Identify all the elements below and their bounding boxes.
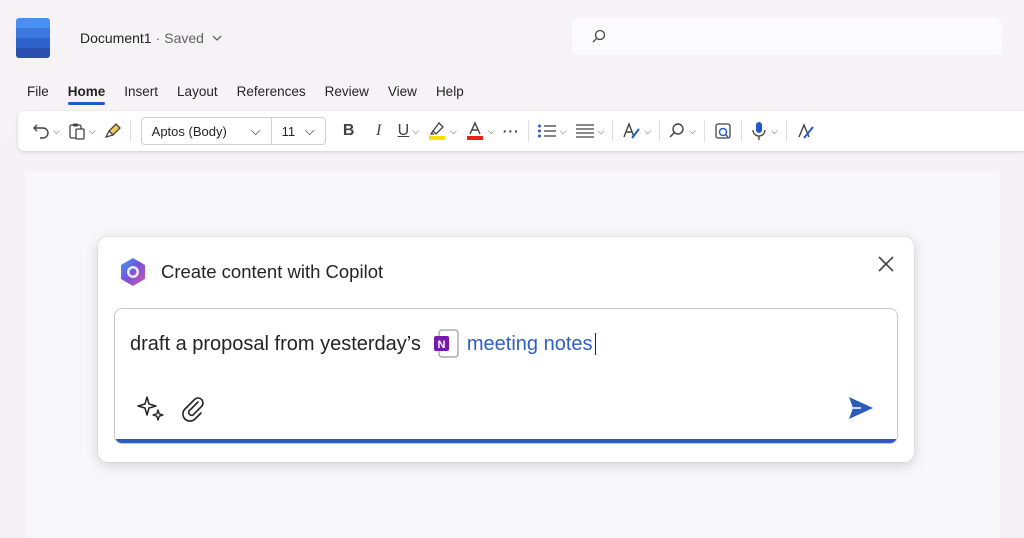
toolbar-divider bbox=[659, 120, 661, 142]
tab-review[interactable]: Review bbox=[325, 84, 369, 105]
bold-button[interactable]: B bbox=[334, 111, 364, 151]
tab-file[interactable]: File bbox=[27, 84, 49, 105]
svg-text:N: N bbox=[437, 339, 445, 351]
prompt-text: draft a proposal from yesterday’s bbox=[130, 332, 421, 355]
editor-icon bbox=[798, 123, 814, 139]
font-color-button[interactable]: ⌵ bbox=[461, 111, 499, 151]
chevron-down-icon bbox=[212, 33, 222, 44]
align-icon bbox=[575, 124, 594, 138]
search-icon bbox=[592, 29, 606, 43]
italic-button[interactable]: I bbox=[364, 111, 394, 151]
text-cursor bbox=[594, 333, 597, 355]
tab-insert[interactable]: Insert bbox=[124, 84, 158, 105]
chevron-down-icon: ⌵ bbox=[304, 123, 315, 138]
bullets-button[interactable]: ⌵ bbox=[533, 111, 571, 151]
bullets-icon bbox=[537, 124, 556, 138]
copilot-icon bbox=[121, 258, 145, 286]
copilot-dialog: Create content with Copilot draft a prop… bbox=[98, 237, 914, 462]
paperclip-icon bbox=[182, 397, 204, 422]
send-button[interactable] bbox=[847, 395, 875, 426]
format-painter-icon bbox=[104, 123, 121, 139]
font-name-dropdown[interactable]: Aptos (Body) ⌵ bbox=[142, 118, 272, 144]
find-button[interactable]: ⌵ bbox=[664, 111, 700, 151]
word-app-icon bbox=[16, 18, 50, 58]
dictate-icon bbox=[752, 122, 766, 140]
format-painter-button[interactable] bbox=[100, 111, 126, 151]
ribbon-toolbar: ⌵ ⌵ Aptos (Body) ⌵ 11 ⌵ B I U ⌵ ⌵ ⌵ ··· … bbox=[18, 111, 1024, 151]
chevron-down-icon: ⌵ bbox=[250, 123, 261, 138]
reuse-files-button[interactable] bbox=[709, 111, 737, 151]
tab-references[interactable]: References bbox=[237, 84, 306, 105]
font-color-icon bbox=[466, 121, 483, 140]
dictate-button[interactable]: ⌵ bbox=[746, 111, 782, 151]
reuse-files-icon bbox=[715, 123, 731, 139]
underline-label: U bbox=[397, 122, 410, 139]
document-name: Document1 bbox=[80, 30, 152, 46]
undo-button[interactable]: ⌵ bbox=[28, 111, 64, 151]
font-name-value: Aptos (Body) bbox=[151, 123, 227, 139]
highlight-icon bbox=[429, 122, 446, 140]
document-title[interactable]: Document1 · Saved bbox=[80, 30, 222, 46]
onenote-icon: N bbox=[433, 329, 459, 358]
align-button[interactable]: ⌵ bbox=[571, 111, 609, 151]
toolbar-divider bbox=[527, 120, 529, 142]
close-button[interactable] bbox=[874, 252, 898, 276]
copilot-title: Create content with Copilot bbox=[161, 261, 384, 282]
tab-layout[interactable]: Layout bbox=[177, 84, 218, 105]
toolbar-divider bbox=[704, 120, 706, 142]
title-separator: · bbox=[155, 30, 161, 46]
toolbar-divider bbox=[612, 120, 614, 142]
tab-help[interactable]: Help bbox=[436, 84, 464, 105]
font-picker[interactable]: Aptos (Body) ⌵ 11 ⌵ bbox=[140, 117, 326, 145]
prompt-tools bbox=[137, 394, 207, 427]
more-options-button[interactable]: ··· bbox=[499, 111, 524, 151]
paste-button[interactable]: ⌵ bbox=[64, 111, 100, 151]
tab-view[interactable]: View bbox=[388, 84, 417, 105]
search-input[interactable] bbox=[572, 18, 1002, 55]
undo-icon bbox=[33, 124, 49, 139]
sparkle-icon bbox=[137, 396, 164, 421]
close-icon bbox=[878, 256, 894, 272]
paste-icon bbox=[69, 123, 85, 140]
highlight-button[interactable]: ⌵ bbox=[423, 111, 461, 151]
toolbar-divider bbox=[129, 120, 131, 142]
toolbar-divider bbox=[785, 120, 787, 142]
underline-button[interactable]: U ⌵ bbox=[394, 111, 423, 151]
send-icon bbox=[849, 397, 873, 419]
attach-button[interactable] bbox=[179, 394, 207, 427]
save-status: Saved bbox=[164, 30, 204, 46]
copilot-header: Create content with Copilot bbox=[116, 255, 383, 289]
editor-button[interactable] bbox=[791, 111, 819, 151]
styles-button[interactable]: ⌵ bbox=[617, 111, 655, 151]
tab-home[interactable]: Home bbox=[67, 84, 105, 105]
font-size-value: 11 bbox=[281, 123, 296, 139]
prompt-content: draft a proposal from yesterday’s N meet… bbox=[130, 329, 597, 359]
styles-icon bbox=[623, 122, 641, 139]
prompts-sparkle-button[interactable] bbox=[137, 394, 165, 427]
toolbar-divider bbox=[741, 120, 743, 142]
copilot-prompt-input[interactable]: draft a proposal from yesterday’s N meet… bbox=[114, 308, 898, 444]
font-size-dropdown[interactable]: 11 ⌵ bbox=[272, 118, 325, 144]
file-mention-link[interactable]: meeting notes bbox=[467, 333, 593, 356]
find-icon bbox=[669, 123, 684, 138]
ribbon-tabs: File Home Insert Layout References Revie… bbox=[27, 84, 483, 105]
